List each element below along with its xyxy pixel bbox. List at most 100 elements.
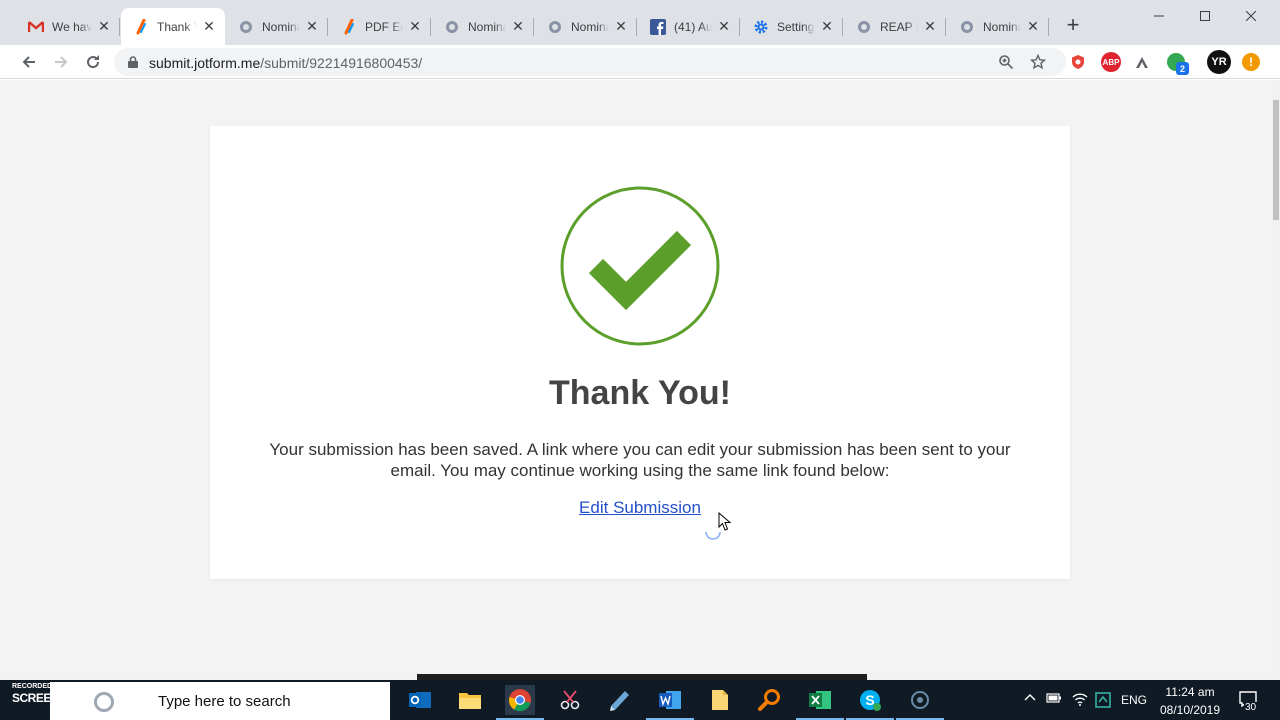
close-icon[interactable]: ✕ bbox=[201, 18, 217, 35]
tab-settings[interactable]: Settings ✕ bbox=[741, 8, 843, 45]
update-alert-icon[interactable]: ! bbox=[1242, 53, 1260, 71]
search-placeholder: Type here to search bbox=[158, 692, 291, 710]
scissors-icon bbox=[560, 690, 580, 710]
skype-icon: S bbox=[860, 690, 881, 711]
close-icon[interactable]: ✕ bbox=[1025, 18, 1041, 35]
taskbar-sticky-folder[interactable] bbox=[705, 685, 735, 715]
browser-toolbar: submit.jotform.me/submit/92214916800453/… bbox=[0, 45, 1280, 79]
magnifier-icon bbox=[758, 689, 780, 711]
close-icon[interactable]: ✕ bbox=[407, 18, 423, 35]
mouse-cursor-icon bbox=[718, 512, 732, 531]
tray-chevron-up-icon[interactable] bbox=[1024, 692, 1036, 707]
taskbar-chrome[interactable] bbox=[496, 685, 544, 720]
document-folder-icon bbox=[712, 690, 728, 710]
watermark-caption: RECORDED WITH bbox=[12, 683, 72, 690]
crest-icon bbox=[444, 19, 460, 35]
tab-facebook[interactable]: (41) Au ✕ bbox=[638, 8, 740, 45]
screencast-logo-icon bbox=[94, 692, 114, 712]
tab-label: Nominate bbox=[983, 19, 1021, 34]
tab-label: REAP U bbox=[880, 19, 918, 34]
tab-nominate-4[interactable]: Nominate ✕ bbox=[947, 8, 1049, 45]
extension-icon[interactable] bbox=[1133, 53, 1151, 71]
close-icon[interactable]: ✕ bbox=[304, 18, 320, 35]
tab-reap[interactable]: REAP U ✕ bbox=[844, 8, 946, 45]
tab-nominate-2[interactable]: Nominate ✕ bbox=[432, 8, 534, 45]
adblock-plus-icon[interactable]: ABP bbox=[1101, 52, 1121, 72]
tab-thank-you[interactable]: Thank You ✕ bbox=[121, 8, 225, 45]
taskbar-word[interactable] bbox=[646, 685, 694, 720]
confirmation-message: Your submission has been saved. A link w… bbox=[269, 440, 1011, 480]
tab-label: We have bbox=[52, 19, 92, 34]
gmail-icon bbox=[28, 19, 44, 35]
minimize-icon bbox=[1154, 15, 1164, 17]
word-icon bbox=[659, 691, 681, 709]
address-bar[interactable]: submit.jotform.me/submit/92214916800453/ bbox=[114, 48, 1066, 76]
tab-nominate-3[interactable]: Nominate ✕ bbox=[535, 8, 637, 45]
bookmark-star-icon[interactable] bbox=[1030, 54, 1046, 70]
gear-icon bbox=[753, 19, 769, 35]
jotform-icon bbox=[133, 18, 149, 35]
taskbar-notes[interactable] bbox=[605, 685, 635, 715]
tab-label: Nominate bbox=[571, 19, 609, 34]
close-icon[interactable]: ✕ bbox=[613, 18, 629, 35]
maximize-icon bbox=[1200, 11, 1210, 21]
tab-label: Nominate bbox=[262, 19, 300, 34]
wifi-icon[interactable] bbox=[1072, 692, 1088, 709]
url-text: submit.jotform.me/submit/92214916800453/ bbox=[149, 55, 422, 71]
close-icon[interactable]: ✕ bbox=[819, 18, 835, 35]
battery-icon[interactable] bbox=[1046, 692, 1062, 707]
arrow-right-icon bbox=[55, 56, 68, 68]
taskbar-snipping-tool[interactable] bbox=[555, 685, 585, 715]
crest-icon bbox=[547, 19, 563, 35]
arrow-left-icon bbox=[22, 56, 35, 68]
minimize-button[interactable] bbox=[1136, 0, 1182, 32]
close-icon[interactable]: ✕ bbox=[716, 18, 732, 35]
forward-button[interactable] bbox=[48, 49, 74, 75]
crest-icon bbox=[959, 19, 975, 35]
taskbar-excel[interactable] bbox=[796, 685, 844, 720]
edit-submission-link[interactable]: Edit Submission bbox=[210, 498, 1070, 518]
maximize-button[interactable] bbox=[1182, 0, 1228, 32]
page-title: Thank You! bbox=[549, 374, 731, 412]
facebook-icon bbox=[650, 18, 666, 35]
shield-extension-icon[interactable] bbox=[1069, 53, 1087, 71]
new-tab-button[interactable]: + bbox=[1062, 14, 1084, 36]
avatar[interactable]: YR bbox=[1207, 50, 1231, 74]
extension-badge: 2 bbox=[1176, 62, 1189, 75]
taskbar-clock[interactable]: 11:24 am 08/10/2019 bbox=[1150, 683, 1230, 719]
taskbar-skype[interactable]: S bbox=[846, 685, 894, 720]
notes-icon bbox=[610, 691, 629, 711]
thank-you-card: Thank You! Your submission has been save… bbox=[210, 126, 1070, 579]
tab-label: Thank You bbox=[157, 19, 197, 34]
close-icon[interactable]: ✕ bbox=[96, 18, 112, 35]
cortana-icon bbox=[911, 691, 929, 709]
back-button[interactable] bbox=[16, 49, 42, 75]
close-icon[interactable]: ✕ bbox=[922, 18, 938, 35]
reload-button[interactable] bbox=[80, 49, 106, 75]
tab-pdf-editor[interactable]: PDF Editor ✕ bbox=[329, 8, 431, 45]
taskbar-file-explorer[interactable] bbox=[455, 685, 485, 715]
vertical-scrollbar-thumb[interactable] bbox=[1273, 100, 1279, 220]
tab-nominate-1[interactable]: Nominate ✕ bbox=[226, 8, 328, 45]
watermark-brand: SCREENCAST-O-MATIC bbox=[12, 691, 140, 705]
zoom-icon[interactable] bbox=[998, 54, 1014, 70]
tab-strip: We have ✕ Thank You ✕ Nominate ✕ PDF Edi… bbox=[0, 0, 1280, 45]
close-window-button[interactable] bbox=[1228, 0, 1274, 32]
language-indicator[interactable]: ENG bbox=[1121, 693, 1147, 707]
crest-icon bbox=[856, 19, 872, 35]
taskbar-cortana[interactable] bbox=[896, 685, 944, 720]
tab-label: Nominate bbox=[468, 19, 506, 34]
taskbar-outlook[interactable] bbox=[405, 685, 435, 715]
clock-time: 11:24 am bbox=[1165, 685, 1215, 699]
chrome-icon bbox=[508, 689, 531, 712]
page-background: Thank You! Your submission has been save… bbox=[0, 80, 1272, 674]
close-icon[interactable]: ✕ bbox=[510, 18, 526, 35]
taskbar-search-app[interactable] bbox=[755, 685, 785, 715]
tab-gmail[interactable]: We have ✕ bbox=[16, 8, 120, 45]
network-status-icon[interactable] bbox=[1095, 692, 1111, 711]
close-icon bbox=[1246, 11, 1256, 21]
checkmark-icon bbox=[560, 186, 720, 346]
jotform-icon bbox=[341, 18, 357, 35]
reload-icon bbox=[87, 55, 100, 69]
notification-count-badge: 30 bbox=[1244, 702, 1258, 713]
